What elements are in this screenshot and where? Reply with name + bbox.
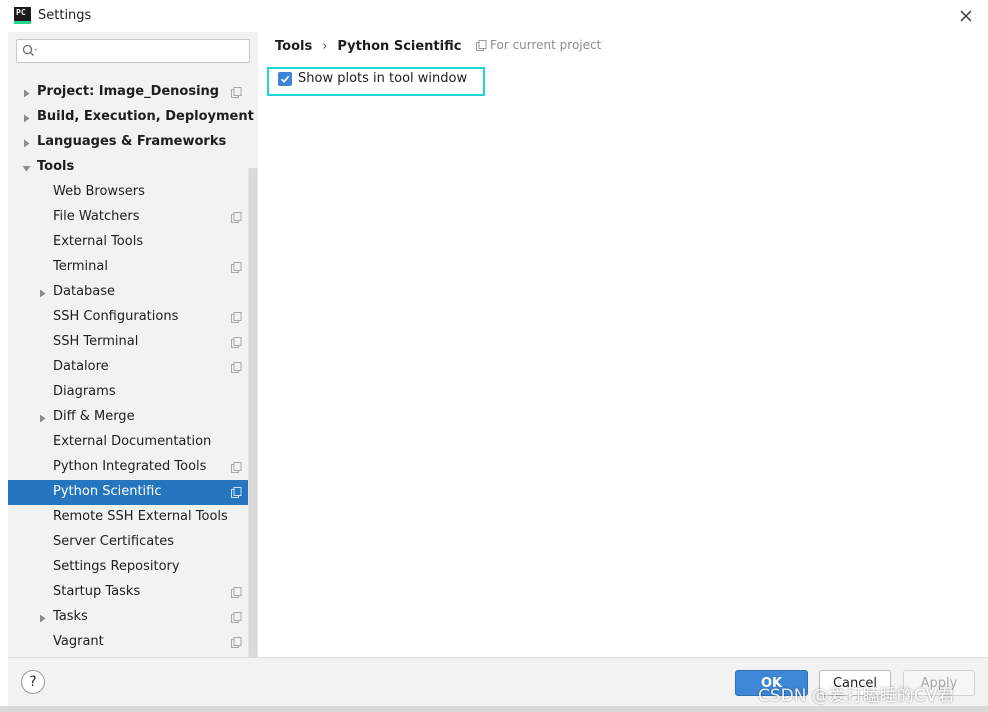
sidebar-item-terminal[interactable]: Terminal <box>8 255 258 280</box>
project-scope-icon <box>231 487 242 498</box>
sidebar-item-label: External Documentation <box>53 434 212 449</box>
sidebar-item-label: Build, Execution, Deployment <box>37 109 254 124</box>
sidebar-item-label: Tools <box>37 159 75 174</box>
sidebar-item-build-execution-deployment[interactable]: Build, Execution, Deployment <box>8 105 258 130</box>
sidebar-item-diagrams[interactable]: Diagrams <box>8 380 258 405</box>
sidebar-item-startup-tasks[interactable]: Startup Tasks <box>8 580 258 605</box>
sidebar-item-label: Python Scientific <box>53 484 162 499</box>
sidebar-item-database[interactable]: Database <box>8 280 258 305</box>
sidebar-item-python-integrated-tools[interactable]: Python Integrated Tools <box>8 455 258 480</box>
cancel-button[interactable]: Cancel <box>819 670 891 696</box>
project-scope-icon <box>231 362 242 373</box>
window-title: Settings <box>38 8 92 23</box>
breadcrumb-item-tools: Tools <box>275 38 313 54</box>
chevron-right-icon[interactable] <box>21 113 31 123</box>
checkmark-icon <box>280 75 290 83</box>
dialog-footer: ? OK Cancel Apply <box>8 657 988 706</box>
sidebar-item-file-watchers[interactable]: File Watchers <box>8 205 258 230</box>
project-scope-icon <box>231 637 242 648</box>
chevron-down-icon[interactable] <box>21 163 31 173</box>
settings-sidebar: Project: Image_Denosing Build, Execution,… <box>8 32 258 657</box>
sidebar-item-vagrant[interactable]: Vagrant <box>8 630 258 655</box>
sidebar-item-external-documentation[interactable]: External Documentation <box>8 430 258 455</box>
apply-button[interactable]: Apply <box>903 670 975 696</box>
show-plots-label: Show plots in tool window <box>298 71 468 86</box>
ok-button[interactable]: OK <box>735 670 808 696</box>
sidebar-item-server-certificates[interactable]: Server Certificates <box>8 530 258 555</box>
title-bar: PC Settings <box>0 0 988 32</box>
sidebar-item-label: Database <box>53 284 116 299</box>
project-scope-icon <box>231 262 242 273</box>
sidebar-item-tools[interactable]: Tools <box>8 155 258 180</box>
sidebar-item-tasks[interactable]: Tasks <box>8 605 258 630</box>
sidebar-item-label: Remote SSH External Tools <box>53 509 228 524</box>
project-scope-icon <box>231 462 242 473</box>
sidebar-item-python-scientific[interactable]: Python Scientific <box>8 480 258 505</box>
chevron-right-icon[interactable] <box>37 613 47 623</box>
breadcrumb-item-python-scientific: Python Scientific <box>337 38 462 54</box>
sidebar-item-label: Datalore <box>53 359 109 374</box>
sidebar-item-label: Server Certificates <box>53 534 175 549</box>
sidebar-item-diff-merge[interactable]: Diff & Merge <box>8 405 258 430</box>
search-field[interactable] <box>16 39 250 63</box>
chevron-right-icon[interactable] <box>37 288 47 298</box>
sidebar-item-ssh-configurations[interactable]: SSH Configurations <box>8 305 258 330</box>
settings-content-panel: Tools › Python Scientific For current pr… <box>258 32 988 657</box>
project-scope-icon <box>231 612 242 623</box>
search-input[interactable] <box>41 41 246 61</box>
scope-note-label: For current project <box>490 38 602 52</box>
chevron-right-icon[interactable] <box>21 138 31 148</box>
sidebar-item-label: External Tools <box>53 234 144 249</box>
close-window-button[interactable] <box>952 4 980 28</box>
sidebar-item-settings-repository[interactable]: Settings Repository <box>8 555 258 580</box>
project-scope-icon <box>231 87 242 98</box>
show-plots-option[interactable]: Show plots in tool window <box>278 71 467 86</box>
project-scope-icon <box>231 312 242 323</box>
chevron-right-icon[interactable] <box>37 413 47 423</box>
sidebar-item-external-tools[interactable]: External Tools <box>8 230 258 255</box>
sidebar-item-label: Terminal <box>53 259 108 274</box>
sidebar-item-label: File Watchers <box>53 209 140 224</box>
sidebar-item-project-image-denosing[interactable]: Project: Image_Denosing <box>8 80 258 105</box>
sidebar-item-languages-frameworks[interactable]: Languages & Frameworks <box>8 130 258 155</box>
sidebar-item-label: SSH Configurations <box>53 309 179 324</box>
window-bottom-edge <box>0 706 988 712</box>
search-icon <box>22 44 40 58</box>
chevron-right-icon[interactable] <box>21 88 31 98</box>
project-scope-icon <box>231 587 242 598</box>
close-icon <box>960 10 972 22</box>
sidebar-item-label: Diagrams <box>53 384 116 399</box>
help-button[interactable]: ? <box>21 670 45 694</box>
breadcrumb-separator: › <box>322 38 328 54</box>
project-scope-icon <box>231 212 242 223</box>
sidebar-item-datalore[interactable]: Datalore <box>8 355 258 380</box>
sidebar-item-label: Tasks <box>53 609 88 624</box>
sidebar-scrollbar-thumb[interactable] <box>249 168 257 657</box>
project-scope-icon <box>231 337 242 348</box>
sidebar-item-label: Vagrant <box>53 634 104 649</box>
sidebar-item-label: Startup Tasks <box>53 584 141 599</box>
sidebar-item-web-browsers[interactable]: Web Browsers <box>8 180 258 205</box>
sidebar-scrollbar[interactable] <box>248 168 258 657</box>
project-scope-icon <box>476 39 487 51</box>
sidebar-item-label: Project: Image_Denosing <box>37 84 220 99</box>
sidebar-item-label: Languages & Frameworks <box>37 134 227 149</box>
sidebar-item-label: SSH Terminal <box>53 334 139 349</box>
sidebar-item-remote-ssh-external-tools[interactable]: Remote SSH External Tools <box>8 505 258 530</box>
scope-note: For current project <box>476 38 601 52</box>
show-plots-checkbox[interactable] <box>278 71 292 86</box>
sidebar-item-label: Python Integrated Tools <box>53 459 207 474</box>
pycharm-logo-icon: PC <box>14 7 31 24</box>
sidebar-item-label: Web Browsers <box>53 184 145 199</box>
sidebar-item-ssh-terminal[interactable]: SSH Terminal <box>8 330 258 355</box>
breadcrumb: Tools › Python Scientific <box>275 37 461 55</box>
sidebar-item-label: Settings Repository <box>53 559 180 574</box>
sidebar-item-label: Diff & Merge <box>53 409 135 424</box>
